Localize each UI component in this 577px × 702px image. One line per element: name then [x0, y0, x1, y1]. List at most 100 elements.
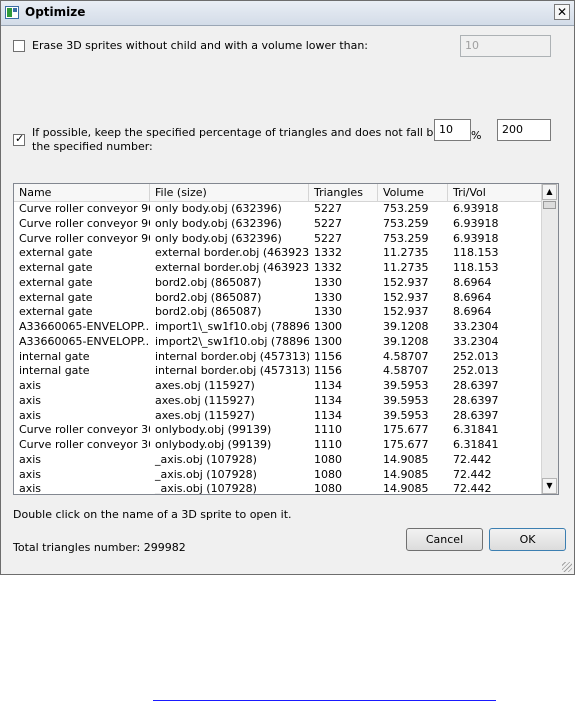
cell-name[interactable]: Curve roller conveyor 90 — [14, 217, 150, 232]
cell-name[interactable]: internal gate — [14, 350, 150, 365]
table-row[interactable]: axis axes.obj (115927) 1134 39.5953 28.6397 — [14, 394, 544, 409]
column-header-volume[interactable]: Volume — [378, 184, 448, 201]
checkmark-icon: ✓ — [15, 132, 25, 145]
cell-triangles: 1330 — [314, 305, 342, 319]
cell-trivol: 72.442 — [453, 467, 492, 481]
cell-name[interactable]: axis — [14, 468, 150, 483]
resize-grip-icon[interactable] — [562, 562, 572, 572]
cell-name[interactable]: external gate — [14, 305, 150, 320]
table-row[interactable]: axis axes.obj (115927) 1134 39.5953 28.6397 — [14, 379, 544, 394]
erase-label: Erase 3D sprites without child and with … — [32, 39, 369, 52]
table-row[interactable]: external gate bord2.obj (865087) 1330 152.9… — [14, 305, 544, 320]
table-row[interactable]: axis _axis.obj (107928) 1080 14.9085 72.442 — [14, 482, 544, 495]
table-row[interactable]: Curve roller conveyor 90 only body.obj (6… — [14, 202, 544, 217]
cell-name[interactable]: Curve roller conveyor 90 — [14, 232, 150, 247]
cell-file: import2\_sw1f10.obj (78896) — [155, 334, 309, 348]
table-row[interactable]: Curve roller conveyor 30 onlybody.obj (99… — [14, 423, 544, 438]
ok-button[interactable]: OK — [489, 528, 566, 551]
keep-checkbox[interactable]: ✓ — [13, 132, 25, 146]
cell-trivol: 8.6964 — [453, 275, 492, 289]
cell-name[interactable]: axis — [14, 379, 150, 394]
table-row[interactable]: Curve roller conveyor 90 only body.obj (6… — [14, 232, 544, 247]
cell-file: _axis.obj (107928) — [155, 452, 257, 466]
cell-name[interactable]: external gate — [14, 261, 150, 276]
cell-triangles: 1080 — [314, 482, 342, 495]
keep-label-line1: If possible, keep the specified percenta… — [32, 126, 459, 139]
percentage-input[interactable]: 10 — [434, 119, 471, 141]
cell-name[interactable]: axis — [14, 394, 150, 409]
erase-checkbox[interactable] — [13, 40, 25, 52]
cell-file: onlybody.obj (99139) — [155, 423, 272, 437]
cell-name[interactable]: internal gate — [14, 364, 150, 379]
cell-trivol: 118.153 — [453, 246, 499, 260]
table-row[interactable]: internal gate internal border.obj (457313… — [14, 350, 544, 365]
cell-file: only body.obj (632396) — [155, 231, 282, 245]
column-header-trivol[interactable]: Tri/Vol — [448, 184, 544, 201]
cell-name[interactable]: external gate — [14, 291, 150, 306]
cell-name[interactable]: Curve roller conveyor 30 — [14, 438, 150, 453]
erase-volume-input[interactable]: 10 — [460, 35, 551, 57]
table-row[interactable]: axis _axis.obj (107928) 1080 14.9085 72.442 — [14, 453, 544, 468]
cell-volume: 152.937 — [383, 290, 429, 304]
cell-volume: 753.259 — [383, 202, 429, 215]
cancel-button[interactable]: Cancel — [406, 528, 483, 551]
cell-triangles: 1080 — [314, 452, 342, 466]
cell-volume: 14.9085 — [383, 467, 429, 481]
table-row[interactable]: Curve roller conveyor 90 only body.obj (6… — [14, 217, 544, 232]
cell-trivol: 6.93918 — [453, 216, 499, 230]
cell-name[interactable]: axis — [14, 453, 150, 468]
vertical-scrollbar[interactable]: ▲ ▼ — [541, 184, 558, 494]
cell-trivol: 118.153 — [453, 261, 499, 274]
table-row[interactable]: internal gate internal border.obj (457313… — [14, 364, 544, 379]
cell-name[interactable]: Curve roller conveyor 30 — [14, 423, 150, 438]
cell-trivol: 28.6397 — [453, 393, 499, 407]
cell-trivol: 6.31841 — [453, 438, 499, 451]
table-row[interactable]: axis _axis.obj (107928) 1080 14.9085 72.442 — [14, 468, 544, 483]
cell-volume: 39.5953 — [383, 379, 429, 392]
cell-name[interactable]: axis — [14, 482, 150, 494]
table-row[interactable]: Curve roller conveyor 30 onlybody.obj (99… — [14, 438, 544, 453]
column-header-file[interactable]: File (size) — [150, 184, 309, 201]
total-triangles: Total triangles number: 299982 — [13, 541, 186, 554]
cell-file: _axis.obj (107928) — [155, 482, 257, 495]
cell-name[interactable]: A33660065-ENVELOPP... — [14, 335, 150, 350]
cell-volume: 39.5953 — [383, 408, 429, 422]
cell-file: external border.obj (463923) — [155, 246, 309, 260]
cell-trivol: 252.013 — [453, 349, 499, 363]
column-header-name[interactable]: Name — [14, 184, 150, 201]
table-row[interactable]: A33660065-ENVELOPP... import1\_sw1f10.obj… — [14, 320, 544, 335]
column-header-triangles[interactable]: Triangles — [309, 184, 378, 201]
table-row[interactable]: A33660065-ENVELOPP... import2\_sw1f10.obj… — [14, 335, 544, 350]
cell-triangles: 1134 — [314, 393, 342, 407]
cell-volume: 152.937 — [383, 305, 429, 319]
cell-name[interactable]: external gate — [14, 246, 150, 261]
cell-name[interactable]: external gate — [14, 276, 150, 291]
cell-triangles: 5227 — [314, 202, 342, 215]
sprites-table[interactable]: Name File (size) Triangles Volume Tri/Vo… — [13, 183, 559, 495]
cell-triangles: 1134 — [314, 408, 342, 422]
title-bar[interactable]: Optimize ✕ — [1, 1, 574, 26]
cell-volume: 39.5953 — [383, 393, 429, 407]
table-row[interactable]: external gate external border.obj (463923… — [14, 261, 544, 276]
table-row[interactable]: external gate external border.obj (463923… — [14, 246, 544, 261]
cell-name[interactable]: axis — [14, 409, 150, 424]
close-button[interactable]: ✕ — [554, 4, 570, 20]
cell-triangles: 5227 — [314, 216, 342, 230]
cell-name[interactable]: Curve roller conveyor 90 — [14, 202, 150, 217]
scroll-down-icon[interactable]: ▼ — [542, 478, 557, 494]
scroll-thumb[interactable] — [543, 201, 556, 209]
table-row[interactable]: axis axes.obj (115927) 1134 39.5953 28.6397 — [14, 409, 544, 424]
table-row[interactable]: external gate bord2.obj (865087) 1330 152.9… — [14, 291, 544, 306]
table-header: Name File (size) Triangles Volume Tri/Vo… — [14, 184, 544, 202]
cell-file: axes.obj (115927) — [155, 393, 255, 407]
table-body: Curve roller conveyor 90 only body.obj (6… — [14, 202, 544, 495]
app-icon — [5, 6, 19, 19]
cell-file: import1\_sw1f10.obj (78896) — [155, 320, 309, 333]
table-row[interactable]: external gate bord2.obj (865087) 1330 152.9… — [14, 276, 544, 291]
cell-trivol: 8.6964 — [453, 290, 492, 304]
minimum-triangles-input[interactable]: 200 — [497, 119, 551, 141]
scroll-up-icon[interactable]: ▲ — [542, 184, 557, 200]
cell-volume: 11.2735 — [383, 261, 429, 274]
cell-name[interactable]: A33660065-ENVELOPP... — [14, 320, 150, 335]
cell-triangles: 1156 — [314, 349, 342, 363]
